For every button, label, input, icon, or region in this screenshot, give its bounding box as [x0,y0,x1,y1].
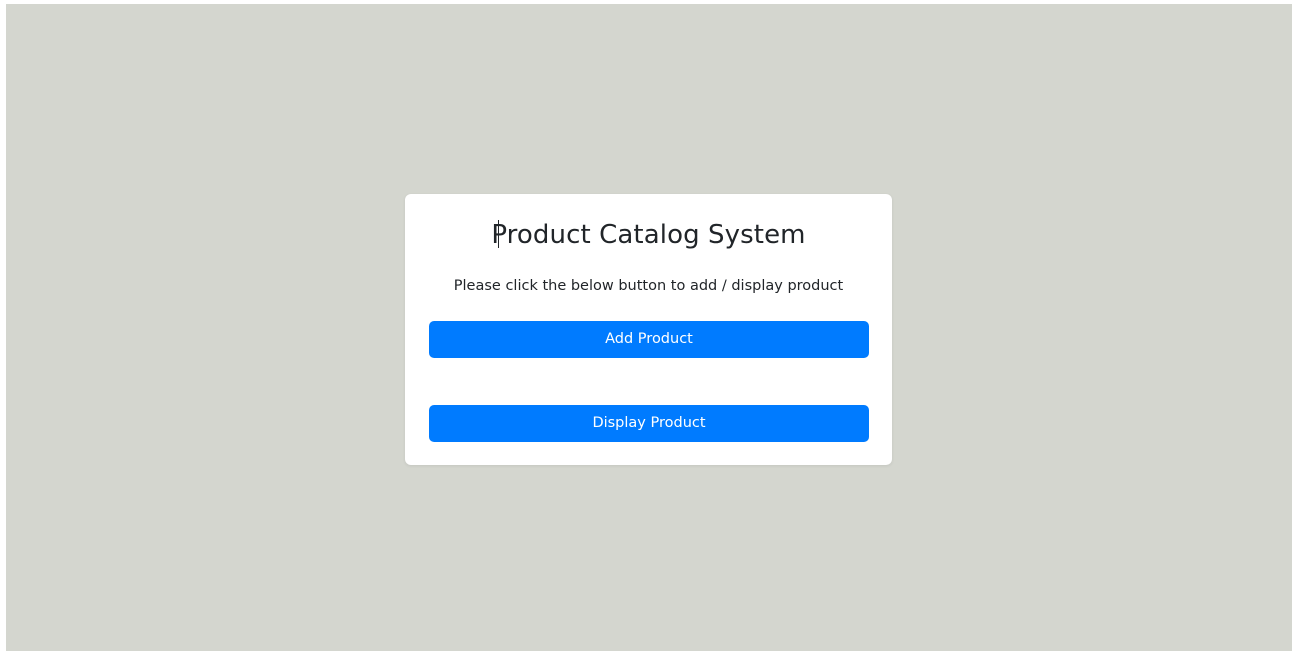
page-title: Product Catalog System [491,220,806,250]
catalog-card: Product Catalog System Please click the … [405,194,892,465]
page-background: Product Catalog System Please click the … [6,4,1292,651]
instruction-text: Please click the below button to add / d… [453,278,844,294]
add-product-button[interactable]: Add Product [429,321,869,358]
display-product-button[interactable]: Display Product [429,405,869,442]
